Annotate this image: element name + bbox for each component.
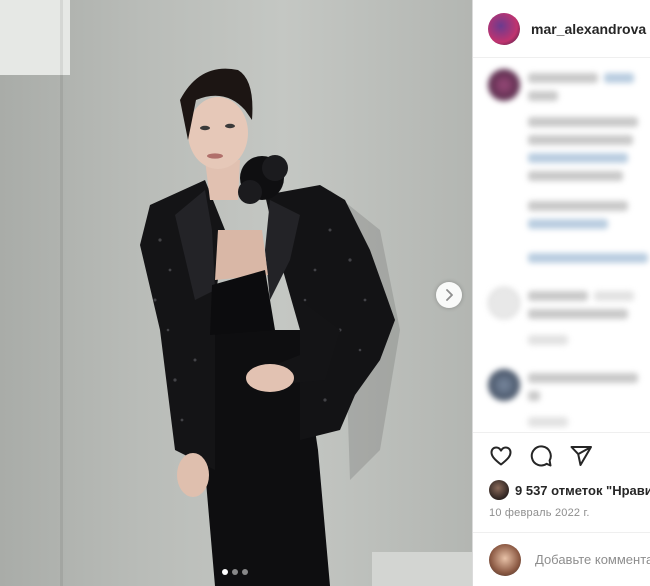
add-comment-bar	[473, 532, 650, 586]
comment-item	[488, 287, 650, 347]
blurred-text	[528, 309, 628, 319]
share-icon	[570, 446, 592, 466]
blurred-text	[604, 73, 634, 83]
blurred-text	[528, 135, 633, 145]
blurred-text	[528, 201, 628, 211]
blurred-text	[528, 171, 623, 181]
comment-avatar[interactable]	[488, 287, 520, 319]
post-header: mar_alexandrova ✓	[473, 0, 650, 58]
comment-input[interactable]	[535, 552, 650, 567]
blurred-text	[528, 91, 558, 101]
comment-item	[488, 249, 650, 269]
likes-count[interactable]: 9 537 отметок "Нравится"	[515, 483, 650, 498]
comment-button[interactable]	[529, 444, 553, 468]
blurred-text	[528, 391, 540, 401]
comment-avatar[interactable]	[488, 69, 520, 101]
blurred-text	[528, 291, 588, 301]
author-username[interactable]: mar_alexandrova	[531, 21, 646, 37]
carousel-dot	[232, 569, 238, 575]
carousel-dot	[242, 569, 248, 575]
next-photo-button[interactable]	[436, 282, 462, 308]
author-avatar[interactable]	[488, 12, 520, 45]
blurred-text	[528, 417, 568, 427]
blurred-text	[528, 253, 648, 263]
blurred-text	[528, 373, 638, 383]
liker-avatar	[489, 480, 509, 500]
comment-item	[488, 195, 650, 255]
share-button[interactable]	[569, 444, 593, 468]
blurred-text	[528, 73, 598, 83]
blurred-text	[528, 335, 568, 345]
blurred-text	[594, 291, 634, 301]
blurred-text	[528, 117, 638, 127]
post-photo[interactable]	[0, 0, 472, 586]
post-side-panel: mar_alexandrova ✓	[472, 0, 650, 586]
comments-list	[473, 59, 650, 431]
carousel-indicator	[222, 569, 248, 575]
action-icons-row	[473, 433, 650, 479]
like-button[interactable]	[489, 444, 513, 468]
heart-icon	[490, 446, 512, 466]
comment-icon	[530, 445, 552, 467]
post-actions: 9 537 отметок "Нравится" 10 февраль 2022…	[473, 432, 650, 519]
chevron-right-icon	[446, 289, 453, 301]
blurred-text	[528, 153, 628, 163]
likes-row[interactable]: 9 537 отметок "Нравится"	[473, 479, 650, 501]
woman-in-black-suit-figure	[140, 68, 400, 586]
comment-item	[488, 369, 650, 429]
current-user-avatar	[489, 543, 521, 576]
comment-item	[488, 69, 650, 189]
comment-avatar[interactable]	[488, 369, 520, 401]
blurred-text	[528, 219, 608, 229]
post-date[interactable]: 10 февраль 2022 г.	[473, 507, 650, 519]
carousel-dot	[222, 569, 228, 575]
